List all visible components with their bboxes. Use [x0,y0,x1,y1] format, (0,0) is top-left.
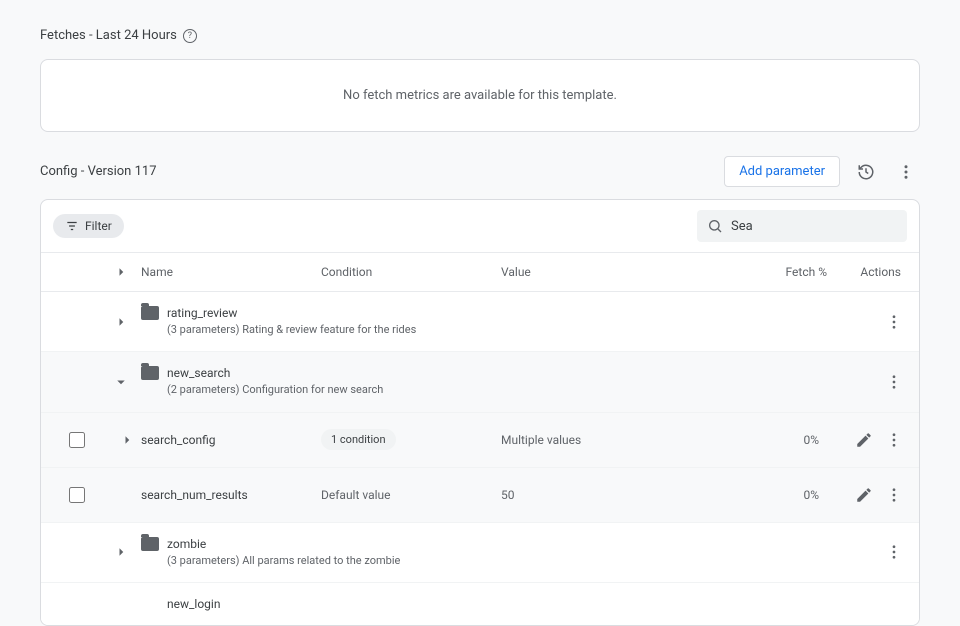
folder-icon [141,366,159,380]
row-checkbox[interactable] [69,432,85,448]
row-subtitle: (3 parameters) Rating & review feature f… [167,322,416,337]
config-header: Config - Version 117 Add parameter [40,156,920,187]
row-checkbox[interactable] [69,487,85,503]
table-row[interactable]: new_login [41,583,919,625]
chevron-right-icon[interactable] [101,313,141,331]
table-row[interactable]: search_config 1 condition Multiple value… [41,413,919,468]
col-condition: Condition [321,265,501,279]
more-vert-icon[interactable] [892,158,920,186]
row-name: zombie [167,537,400,551]
edit-icon[interactable] [851,482,877,508]
row-value: Multiple values [501,433,741,447]
col-value: Value [501,265,741,279]
col-fetch: Fetch % [767,265,827,279]
row-name: rating_review [167,306,416,320]
fetches-card: No fetch metrics are available for this … [40,59,920,132]
row-condition: Default value [321,488,501,502]
row-fetch: 0% [767,488,827,502]
edit-icon[interactable] [851,427,877,453]
table-toolbar: Filter [41,200,919,252]
more-vert-icon[interactable] [881,482,907,508]
row-value: 50 [501,488,741,502]
more-vert-icon[interactable] [881,427,907,453]
row-subtitle: (2 parameters) Configuration for new sea… [167,382,383,397]
chevron-right-icon[interactable] [101,543,141,561]
more-vert-icon[interactable] [881,309,907,335]
help-icon[interactable]: ? [183,29,197,43]
filter-icon [65,219,79,233]
col-actions: Actions [827,265,907,279]
folder-icon [141,537,159,551]
fetches-empty-message: No fetch metrics are available for this … [343,88,617,103]
config-title: Config - Version 117 [40,164,157,179]
search-icon [707,218,723,234]
more-vert-icon[interactable] [881,539,907,565]
search-box[interactable] [697,210,907,242]
chevron-right-icon[interactable] [113,431,141,449]
table-header-row: Name Condition Value Fetch % Actions [41,252,919,292]
row-name: search_num_results [141,488,321,502]
chevron-down-icon[interactable] [101,373,141,391]
fetches-header: Fetches - Last 24 Hours ? [40,28,920,43]
filter-button[interactable]: Filter [53,214,124,238]
col-name: Name [141,265,321,279]
row-fetch: 0% [767,433,827,447]
table-row[interactable]: rating_review (3 parameters) Rating & re… [41,292,919,352]
filter-label: Filter [85,219,112,233]
fetches-title: Fetches - Last 24 Hours [40,28,177,43]
table-row[interactable]: search_num_results Default value 50 0% [41,468,919,523]
condition-chip: 1 condition [321,429,396,450]
config-table: Filter Name Condition Value Fetch % Acti… [40,199,920,626]
expand-all-icon[interactable] [101,263,141,281]
folder-icon [141,306,159,320]
search-input[interactable] [731,219,897,234]
table-row[interactable]: new_search (2 parameters) Configuration … [41,352,919,412]
row-name: new_search [167,366,383,380]
row-name: search_config [141,433,321,447]
row-name: new_login [167,597,220,611]
more-vert-icon[interactable] [881,369,907,395]
add-parameter-button[interactable]: Add parameter [724,156,840,187]
table-row[interactable]: zombie (3 parameters) All params related… [41,523,919,583]
history-icon[interactable] [852,158,880,186]
row-subtitle: (3 parameters) All params related to the… [167,553,400,568]
